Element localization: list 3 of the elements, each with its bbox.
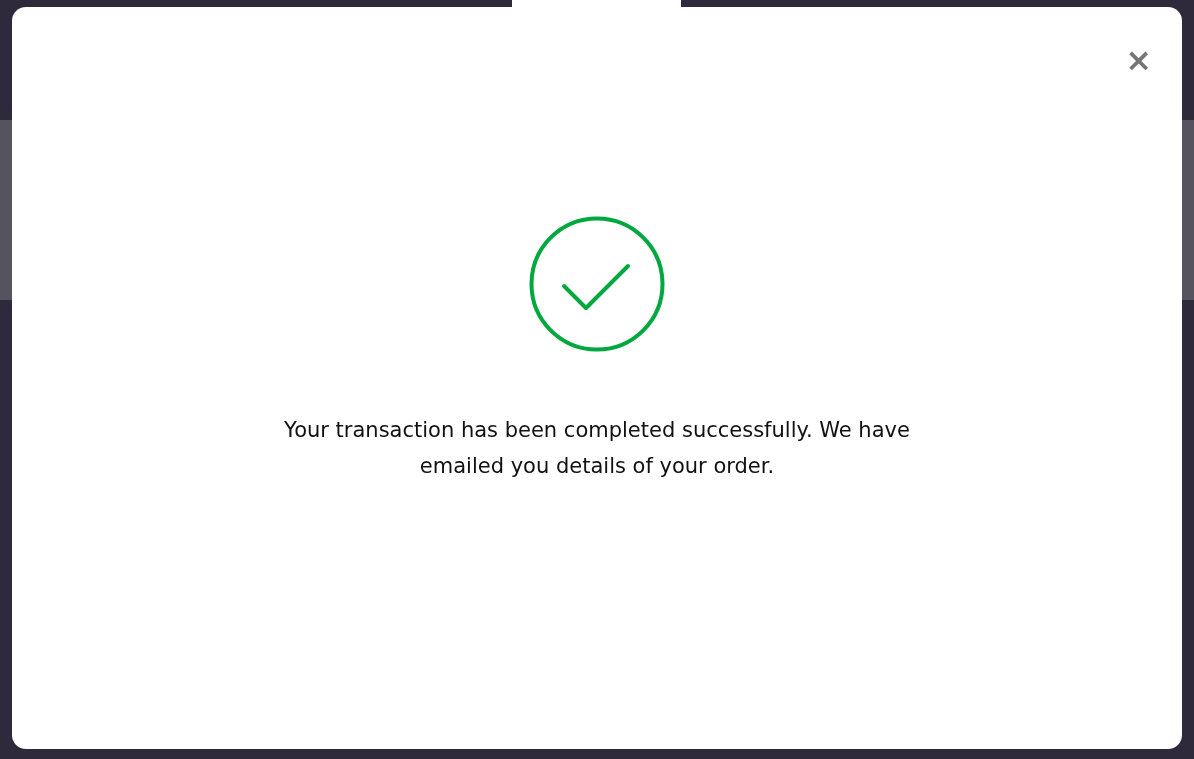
check-circle-icon <box>529 216 665 352</box>
success-message: Your transaction has been completed successfully. We have emailed you details of your order. <box>283 417 911 480</box>
close-button[interactable]: × <box>1125 49 1152 71</box>
